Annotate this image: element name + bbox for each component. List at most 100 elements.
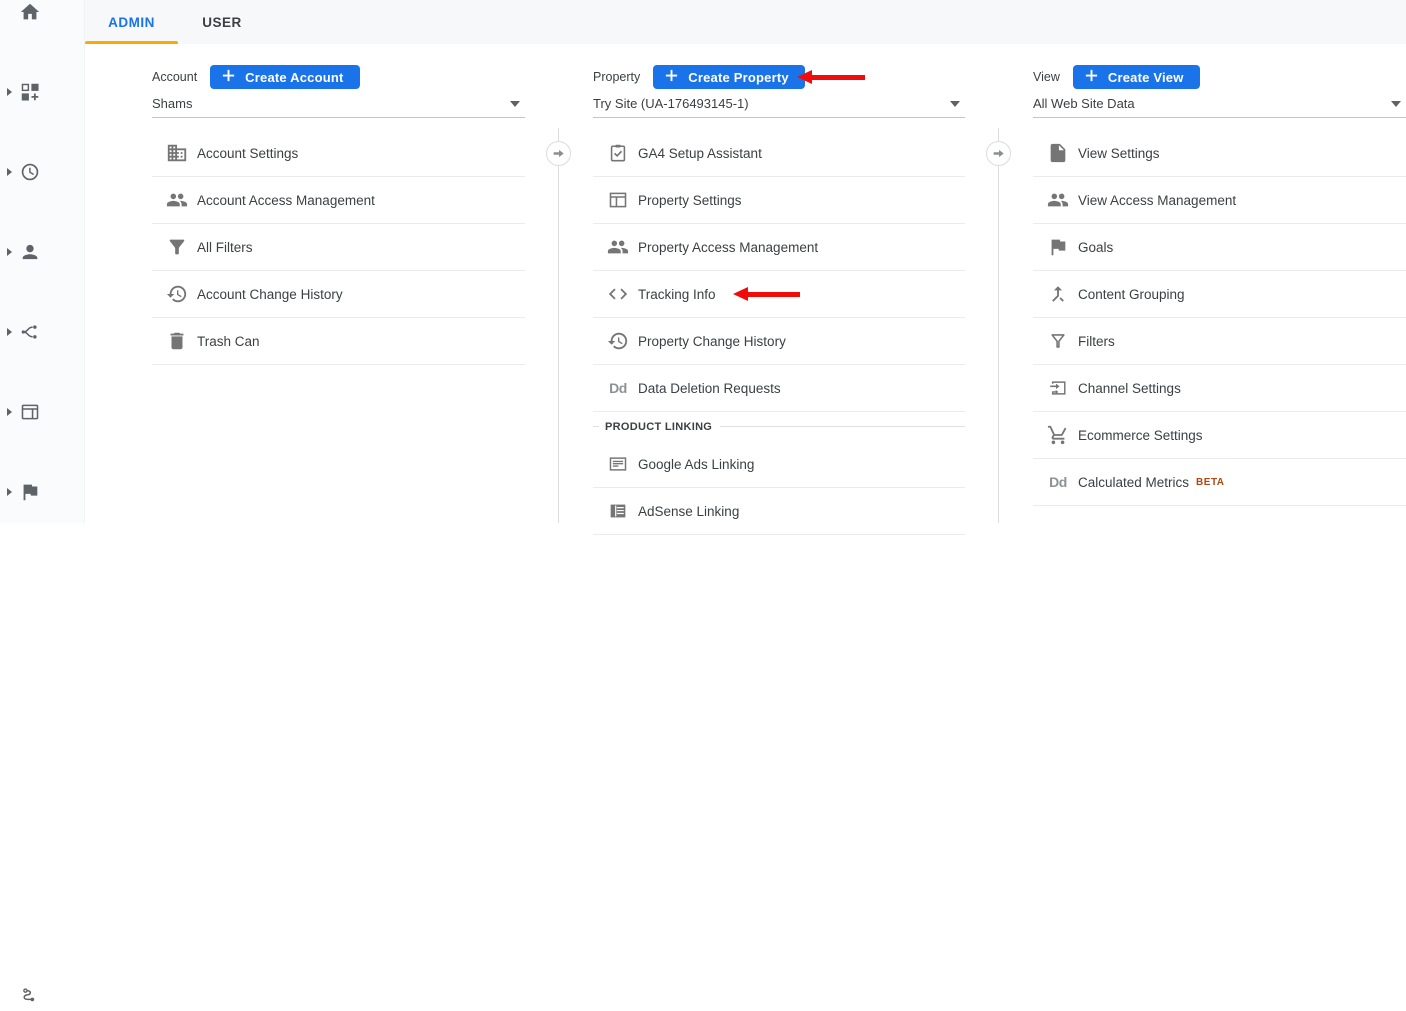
section-title: PRODUCT LINKING	[605, 420, 713, 433]
sidebar-item-realtime[interactable]	[0, 76, 85, 181]
list-item-label: GA4 Setup Assistant	[638, 145, 762, 161]
list-item-label: Account Change History	[197, 286, 343, 302]
list-item-label: Property Settings	[638, 192, 742, 208]
people-icon	[606, 235, 630, 259]
list-item-goals[interactable]: Goals	[1033, 224, 1406, 271]
plus-icon	[1084, 68, 1099, 86]
tab-admin[interactable]: ADMIN	[85, 0, 178, 44]
list-item-label: Account Access Management	[197, 192, 375, 208]
column-divider	[558, 128, 559, 523]
chevron-down-icon	[510, 101, 520, 107]
tab-user-label: USER	[202, 14, 242, 30]
list-item-label: Account Settings	[197, 145, 299, 161]
list-item-label: All Filters	[197, 239, 253, 255]
dd-letters-icon: Dd	[609, 380, 627, 396]
curve-route-attribution-icon	[19, 984, 41, 1006]
list-item-google-ads-linking[interactable]: Google Ads Linking	[593, 441, 965, 488]
list-item-property-change-history[interactable]: Property Change History	[593, 318, 965, 365]
sidebar-item-audience[interactable]	[0, 116, 85, 260]
list-item-calculated-metrics[interactable]: Dd Calculated Metrics BETA	[1033, 459, 1406, 506]
tab-user[interactable]: USER	[178, 0, 266, 44]
list-item-label: Calculated Metrics	[1078, 474, 1190, 490]
list-item-trash-can[interactable]: Trash Can	[152, 318, 525, 365]
tab-admin-label: ADMIN	[108, 14, 155, 30]
list-item-channel-settings[interactable]: Channel Settings	[1033, 365, 1406, 412]
product-linking-section-header: PRODUCT LINKING	[593, 412, 965, 441]
list-item-account-change-history[interactable]: Account Change History	[152, 271, 525, 318]
clipboard-check-icon	[606, 141, 630, 165]
list-item-label: Goals	[1078, 239, 1114, 255]
sidebar-item-behavior[interactable]	[0, 196, 85, 420]
expand-arrow-icon	[7, 328, 12, 336]
list-item-label: Data Deletion Requests	[638, 380, 781, 396]
sidebar-item-customization[interactable]	[0, 36, 85, 101]
view-label: View	[1033, 70, 1060, 84]
list-item-label: View Access Management	[1078, 192, 1237, 208]
history-icon	[606, 329, 630, 353]
admin-header-tabs: ADMIN USER	[85, 0, 1406, 44]
home-icon	[19, 1, 41, 23]
list-item-ga4-setup-assistant[interactable]: GA4 Setup Assistant	[593, 130, 965, 177]
view-column: View Create View All Web Site Data View …	[1033, 64, 1406, 506]
list-item-label: Property Access Management	[638, 239, 819, 255]
plus-icon	[221, 68, 236, 86]
code-icon	[606, 282, 630, 306]
list-item-label: Google Ads Linking	[638, 456, 755, 472]
beta-badge: BETA	[1196, 476, 1225, 488]
account-selector-dropdown[interactable]: Shams	[152, 90, 525, 118]
list-item-filters[interactable]: Filters	[1033, 318, 1406, 365]
sidebar-item-home[interactable]	[0, 0, 85, 36]
create-view-button[interactable]: Create View	[1072, 65, 1200, 89]
building-icon	[165, 141, 189, 165]
flag-icon	[1046, 235, 1070, 259]
list-item-view-access-management[interactable]: View Access Management	[1033, 177, 1406, 224]
filter-outline-icon	[1046, 329, 1070, 353]
sidebar	[0, 0, 85, 1002]
list-item-account-access-management[interactable]: Account Access Management	[152, 177, 525, 224]
dd-letters-icon: Dd	[1049, 474, 1067, 490]
page-icon	[1046, 141, 1070, 165]
property-selector-value: Try Site (UA-176493145-1)	[593, 96, 749, 111]
sidebar-item-attribution[interactable]	[0, 488, 85, 1002]
ads-lines-icon	[606, 452, 630, 476]
list-item-adsense-linking[interactable]: AdSense Linking	[593, 488, 965, 535]
list-item-label: Channel Settings	[1078, 380, 1181, 396]
list-item-property-access-management[interactable]: Property Access Management	[593, 224, 965, 271]
sidebar-item-conversions[interactable]	[0, 236, 85, 501]
filter-filled-icon	[165, 235, 189, 259]
channel-arrows-icon	[1046, 376, 1070, 400]
list-item-data-deletion-requests[interactable]: Dd Data Deletion Requests	[593, 365, 965, 412]
people-icon	[165, 188, 189, 212]
list-item-account-settings[interactable]: Account Settings	[152, 130, 525, 177]
column-divider	[998, 128, 999, 523]
people-icon	[1046, 188, 1070, 212]
account-label: Account	[152, 70, 198, 84]
branch-acquisition-icon	[19, 321, 41, 343]
list-item-ecommerce-settings[interactable]: Ecommerce Settings	[1033, 412, 1406, 459]
arrow-right-icon	[553, 149, 564, 158]
chevron-down-icon	[950, 101, 960, 107]
list-item-label: Trash Can	[197, 333, 260, 349]
arrow-head-left-icon	[733, 287, 748, 301]
list-item-label: Ecommerce Settings	[1078, 427, 1203, 443]
account-selector-value: Shams	[152, 96, 193, 111]
list-item-label: AdSense Linking	[638, 503, 740, 519]
list-item-label: Property Change History	[638, 333, 786, 349]
cart-icon	[1046, 423, 1070, 447]
create-account-button[interactable]: Create Account	[210, 65, 360, 89]
adsense-filled-icon	[606, 499, 630, 523]
view-selector-dropdown[interactable]: All Web Site Data	[1033, 90, 1406, 118]
list-item-property-settings[interactable]: Property Settings	[593, 177, 965, 224]
list-item-view-settings[interactable]: View Settings	[1033, 130, 1406, 177]
list-item-content-grouping[interactable]: Content Grouping	[1033, 271, 1406, 318]
create-property-button[interactable]: Create Property	[653, 65, 805, 89]
account-column: Account Create Account Shams Account Set…	[152, 64, 525, 365]
collapse-column-button[interactable]	[546, 141, 571, 166]
list-item-label: Tracking Info	[638, 286, 716, 302]
list-item-all-filters[interactable]: All Filters	[152, 224, 525, 271]
browser-card-behavior-icon	[19, 401, 41, 423]
sidebar-item-acquisition[interactable]	[0, 156, 85, 339]
history-icon	[165, 282, 189, 306]
property-selector-dropdown[interactable]: Try Site (UA-176493145-1)	[593, 90, 965, 118]
collapse-column-button[interactable]	[986, 141, 1011, 166]
